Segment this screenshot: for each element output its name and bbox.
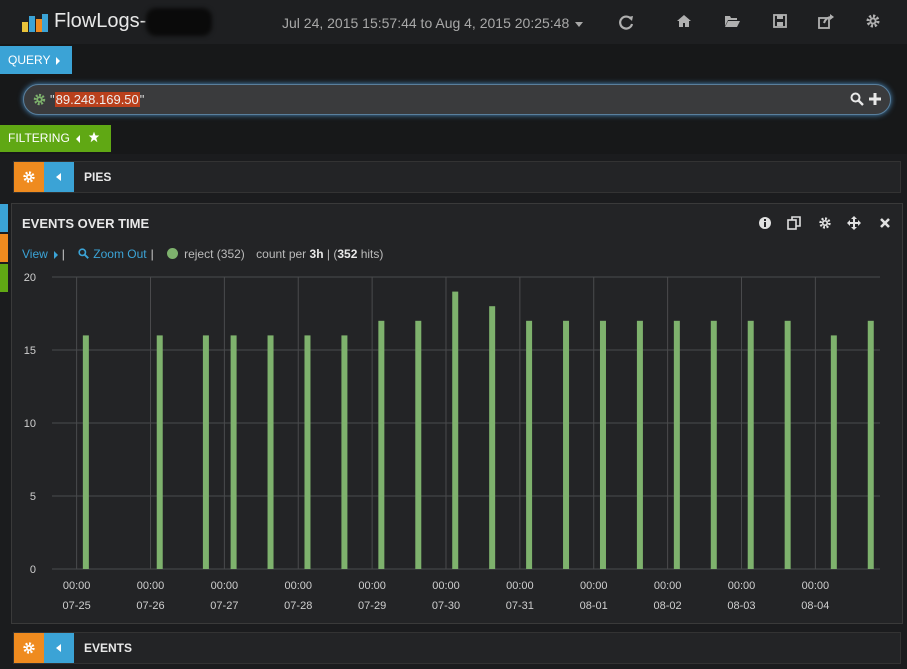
chart-bar	[304, 335, 311, 569]
caret-left-icon	[56, 173, 61, 181]
save-icon[interactable]	[772, 13, 788, 29]
chart-bar	[452, 291, 459, 569]
chart-bar	[202, 335, 209, 569]
row-events: EVENTS	[13, 632, 901, 664]
kibana-logo-icon	[22, 14, 48, 32]
chart-bar	[710, 320, 717, 569]
x-tick-label-time: 00:00	[432, 580, 460, 592]
chart-bar	[599, 320, 606, 569]
redacted-title-suffix	[146, 8, 212, 36]
side-strip-orange[interactable]	[0, 234, 8, 262]
row-collapse-button[interactable]	[44, 633, 74, 663]
x-tick-label-date: 07-25	[63, 600, 91, 612]
search-icon[interactable]	[850, 92, 864, 106]
time-range-picker[interactable]: Jul 24, 2015 15:57:44 to Aug 4, 2015 20:…	[282, 15, 584, 31]
filtering-tab[interactable]: FILTERING	[0, 125, 111, 152]
row-title: PIES	[84, 170, 112, 184]
y-tick-label: 20	[24, 272, 36, 284]
y-tick-label: 5	[30, 491, 36, 503]
plus-icon[interactable]	[869, 92, 881, 106]
chart-bar	[526, 320, 533, 569]
query-quote-open: "	[50, 92, 55, 107]
chart-bar	[378, 320, 385, 569]
x-tick-label-time: 00:00	[580, 580, 608, 592]
chart-bar	[830, 335, 837, 569]
chart-bar	[784, 320, 791, 569]
query-input[interactable]: "89.248.169.50"	[23, 84, 891, 115]
star-icon[interactable]	[88, 131, 100, 143]
y-tick-label: 0	[30, 564, 36, 576]
chart-bar	[267, 335, 274, 569]
x-tick-label-time: 00:00	[284, 580, 312, 592]
x-tick-label-date: 08-02	[654, 600, 682, 612]
x-tick-label-date: 08-03	[727, 600, 755, 612]
x-tick-label-time: 00:00	[654, 580, 682, 592]
row-collapse-button[interactable]	[44, 162, 74, 192]
chart-bar	[747, 320, 754, 569]
filtering-tab-label: FILTERING	[8, 131, 70, 145]
row-pies: PIES	[13, 161, 901, 193]
x-tick-label-date: 07-31	[506, 600, 534, 612]
chart-bar	[230, 335, 237, 569]
chart-bar	[82, 335, 89, 569]
x-tick-label-date: 08-04	[801, 600, 829, 612]
gear-icon	[23, 642, 35, 654]
x-tick-label-time: 00:00	[358, 580, 386, 592]
x-tick-label-time: 00:00	[506, 580, 534, 592]
x-tick-label-time: 00:00	[63, 580, 91, 592]
x-tick-label-time: 00:00	[802, 580, 830, 592]
side-strip-blue[interactable]	[0, 204, 8, 232]
query-tab-label: QUERY	[8, 53, 51, 67]
y-tick-label: 10	[24, 418, 36, 430]
row-settings-button[interactable]	[14, 162, 44, 192]
row-title: EVENTS	[84, 641, 133, 655]
query-value: 89.248.169.50	[54, 92, 140, 107]
home-icon[interactable]	[676, 13, 692, 29]
query-quote-close: "	[139, 92, 145, 107]
x-tick-label-date: 08-01	[580, 600, 608, 612]
x-tick-label-date: 07-27	[210, 600, 238, 612]
caret-right-icon	[56, 56, 61, 65]
row-settings-button[interactable]	[14, 633, 44, 663]
chart-bar	[341, 335, 348, 569]
chart-bar	[156, 335, 163, 569]
side-strip-green[interactable]	[0, 264, 8, 292]
x-tick-label-time: 00:00	[137, 580, 165, 592]
caret-left-icon	[75, 134, 80, 143]
x-tick-label-date: 07-29	[358, 600, 386, 612]
gear-icon[interactable]	[865, 13, 881, 29]
chart-bar	[867, 320, 874, 569]
chart-bar	[415, 320, 422, 569]
refresh-icon[interactable]	[618, 15, 634, 31]
time-range-label: Jul 24, 2015 15:57:44 to Aug 4, 2015 20:…	[282, 15, 570, 31]
events-over-time-chart: 0 5 10 15 20 00:00 07-25 00:00 07-26 00:00 07-27 00…	[24, 272, 880, 612]
chart-bar	[673, 320, 680, 569]
folder-open-icon[interactable]	[724, 13, 740, 29]
query-text[interactable]: "89.248.169.50"	[50, 92, 144, 107]
share-icon[interactable]	[818, 13, 834, 29]
caret-left-icon	[56, 644, 61, 652]
gear-icon[interactable]	[33, 93, 46, 106]
y-tick-label: 15	[24, 345, 36, 357]
histogram-panel: EVENTS OVER TIME View | Zoom Out | reject …	[11, 203, 903, 624]
chart-bar	[563, 320, 570, 569]
chart-bar	[489, 306, 496, 569]
top-navbar: FlowLogs- Jul 24, 2015 15:57:44 to Aug 4…	[0, 0, 907, 44]
x-tick-label-date: 07-28	[284, 600, 312, 612]
x-tick-label-time: 00:00	[211, 580, 239, 592]
x-tick-label-date: 07-30	[432, 600, 460, 612]
caret-down-icon	[575, 21, 584, 27]
query-tab[interactable]: QUERY	[0, 46, 72, 74]
chart-bar	[636, 320, 643, 569]
gear-icon	[23, 171, 35, 183]
x-tick-label-date: 07-26	[136, 600, 164, 612]
x-tick-label-time: 00:00	[728, 580, 756, 592]
app-title: FlowLogs-	[54, 10, 147, 32]
